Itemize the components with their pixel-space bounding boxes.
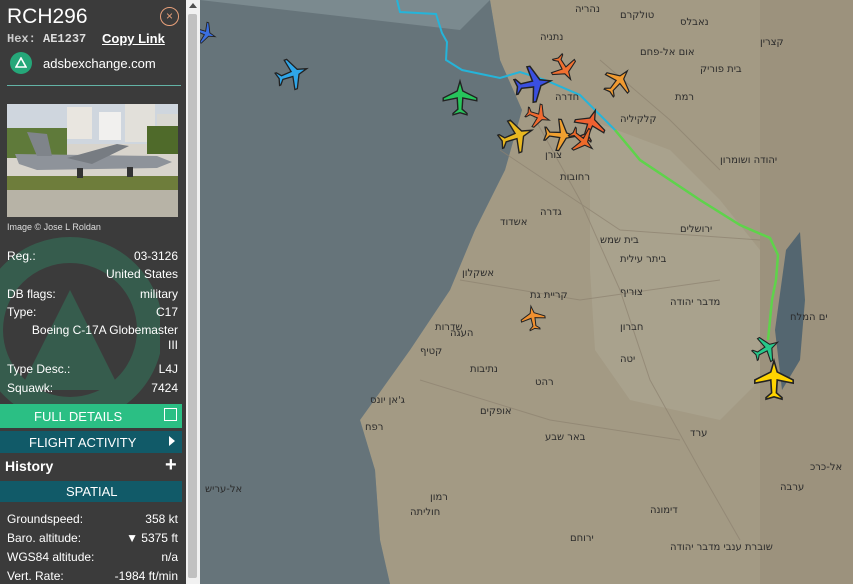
map-label: חדרה xyxy=(555,92,579,103)
divider xyxy=(7,85,181,86)
map-label: ביתר עילית xyxy=(620,254,667,265)
map-label: ירושלים xyxy=(680,224,712,235)
map-label: נהריה xyxy=(575,4,600,15)
map-label: רפח xyxy=(365,422,383,433)
detail-key: Reg.: xyxy=(7,249,36,263)
scrollbar-thumb[interactable] xyxy=(188,14,197,578)
map-label: נתניה xyxy=(540,32,563,43)
spatial-value: ▼ 5375 ft xyxy=(126,531,178,545)
flight-activity-label: FLIGHT ACTIVITY xyxy=(29,435,137,450)
map-label: אל-עריש xyxy=(205,484,242,495)
map-label: רמת xyxy=(675,92,694,103)
map-label: טולקרם xyxy=(620,10,654,21)
map-label: קלקיליה xyxy=(620,114,657,125)
map-label: דימונה xyxy=(650,505,678,516)
map-label: בית שמש xyxy=(600,235,639,246)
map-label: חברון xyxy=(620,322,643,333)
detail-key: Squawk: xyxy=(7,381,54,395)
expand-plus-icon[interactable]: + xyxy=(165,454,177,477)
detail-value: Boeing C-17A Globemaster xyxy=(31,323,178,337)
flight-activity-button[interactable]: FLIGHT ACTIVITY xyxy=(0,431,182,453)
detail-key: Type: xyxy=(7,305,37,319)
spatial-key: Vert. Rate: xyxy=(7,569,64,583)
detail-value: military xyxy=(140,287,178,301)
spatial-header: SPATIAL xyxy=(0,481,182,502)
hex-label: Hex: xyxy=(7,32,36,46)
map-label: ג'אן יונס xyxy=(370,395,405,406)
map-label: קריית גת xyxy=(530,290,568,301)
adsbx-link[interactable]: adsbexchange.com xyxy=(10,52,156,74)
map-label: אום אל-פחם xyxy=(640,47,695,58)
map[interactable]: נהריה טולקרם בית פוריק חדרה רמת קלקיליה … xyxy=(200,0,853,584)
spatial-key: Baro. altitude: xyxy=(7,531,82,545)
map-label: אל-כרכ xyxy=(810,462,842,473)
spatial-value: n/a xyxy=(161,550,178,564)
spatial-value: -1984 ft/min xyxy=(114,569,178,583)
copy-link-button[interactable]: Copy Link xyxy=(102,31,165,46)
map-label: חוליתה xyxy=(410,507,440,518)
map-label: בית פוריק xyxy=(700,64,742,75)
map-label: יהודה ושומרון xyxy=(720,155,777,166)
map-label: ירוחם xyxy=(570,533,594,544)
map-label: רמון xyxy=(430,492,448,503)
spatial-key: WGS84 altitude: xyxy=(7,550,95,564)
detail-key: DB flags: xyxy=(7,287,56,301)
map-label: קצרין xyxy=(760,37,784,48)
panel-scrollbar[interactable] xyxy=(186,0,200,584)
panel-header: RCH296 × Hex: AE1237 Copy Link adsbexcha… xyxy=(0,0,186,84)
map-label: נתיבות xyxy=(470,364,498,375)
detail-value: 03-3126 xyxy=(133,249,178,263)
map-label: ערד xyxy=(690,428,707,439)
aircraft-info-panel: RCH296 × Hex: AE1237 Copy Link adsbexcha… xyxy=(0,0,186,584)
map-label: נאבלס xyxy=(680,17,709,28)
close-icon[interactable]: × xyxy=(160,7,179,26)
scroll-up-icon[interactable] xyxy=(189,3,197,8)
detail-value: 7424 xyxy=(151,381,178,395)
chevron-right-icon xyxy=(169,436,175,446)
hex-line: Hex: AE1237 xyxy=(7,32,86,46)
detail-value: L4J xyxy=(158,362,178,376)
map-label: צורן xyxy=(545,150,562,161)
detail-value: III xyxy=(167,338,178,352)
detail-value: United States xyxy=(105,267,178,281)
detail-value: C17 xyxy=(155,305,178,319)
callsign: RCH296 xyxy=(7,5,88,28)
aircraft-photo[interactable] xyxy=(7,104,178,217)
map-label: מדבר יהודה xyxy=(670,297,720,308)
spatial-value: 358 kt xyxy=(145,512,178,526)
history-section[interactable]: History + xyxy=(0,454,186,479)
map-label: אופקים xyxy=(480,406,512,417)
map-label: אשדוד xyxy=(500,217,527,228)
map-label: ערבה xyxy=(780,482,804,493)
image-credit: Image © Jose L Roldan xyxy=(7,222,101,232)
map-label: קטיף xyxy=(420,346,442,357)
map-label: יטה xyxy=(620,354,635,365)
map-label: ים המלח xyxy=(790,312,828,323)
hex-value: AE1237 xyxy=(43,32,87,46)
full-details-button[interactable]: FULL DETAILS xyxy=(0,404,182,428)
adsbx-logo-icon xyxy=(10,52,32,74)
history-label: History xyxy=(5,458,54,474)
spatial-label: SPATIAL xyxy=(66,484,118,499)
map-label: העגה xyxy=(450,328,473,339)
map-label: צוריף xyxy=(620,287,643,298)
map-label: שוברת ענבי מדבר יהודה xyxy=(670,542,773,553)
full-details-label: FULL DETAILS xyxy=(34,409,123,424)
map-label: רהט xyxy=(535,377,554,388)
adsbx-link-text: adsbexchange.com xyxy=(43,55,156,71)
map-label: באר שבע xyxy=(545,432,586,443)
map-label: רחובות xyxy=(560,172,590,183)
external-link-icon xyxy=(164,408,177,421)
detail-key: Type Desc.: xyxy=(7,362,71,376)
spatial-key: Groundspeed: xyxy=(7,512,84,526)
map-label: אשקלון xyxy=(462,268,494,279)
map-label: גדרה xyxy=(540,207,562,218)
